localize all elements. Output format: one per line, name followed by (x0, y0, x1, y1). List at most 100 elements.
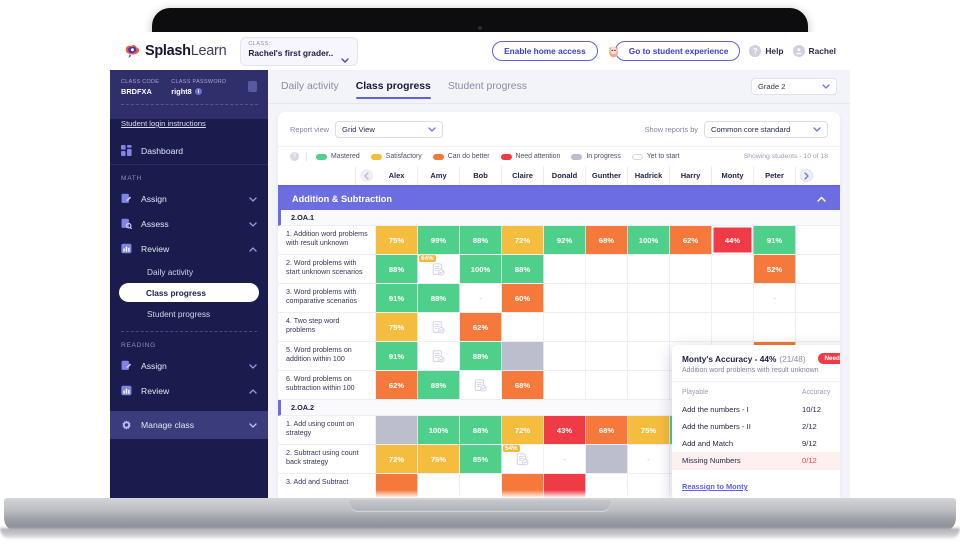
scroll-left-button[interactable] (356, 166, 376, 185)
progress-cell[interactable] (712, 284, 754, 312)
progress-cell[interactable] (670, 255, 712, 283)
progress-cell[interactable] (376, 416, 418, 444)
sidebar-item-manage-class[interactable]: Manage class (110, 411, 268, 439)
sidebar-item-dashboard[interactable]: Dashboard (110, 137, 268, 165)
progress-cell[interactable] (754, 313, 796, 341)
progress-cell[interactable]: 72% (376, 445, 418, 473)
progress-cell[interactable] (460, 371, 502, 399)
question-mark-icon[interactable]: ? (290, 152, 299, 161)
sidebar-item-math-review[interactable]: Review (110, 236, 268, 261)
student-name-cell[interactable]: Claire (502, 166, 544, 185)
progress-cell[interactable]: 92% (544, 226, 586, 254)
progress-cell[interactable] (712, 255, 754, 283)
progress-cell[interactable] (628, 342, 670, 370)
progress-cell[interactable]: 99% (418, 226, 460, 254)
progress-cell[interactable]: - (460, 284, 502, 312)
group-header-addition-subtraction[interactable]: Addition & Subtraction (278, 187, 840, 210)
tab-class-progress[interactable]: Class progress (355, 70, 431, 104)
report-view-select[interactable]: Grid View (335, 120, 444, 138)
student-login-instructions-link[interactable]: Student login instructions (110, 119, 268, 137)
progress-cell[interactable]: 85% (460, 445, 502, 473)
student-name-cell[interactable]: Harry (670, 166, 712, 185)
progress-cell[interactable] (544, 313, 586, 341)
progress-cell[interactable]: 75% (376, 313, 418, 341)
progress-cell[interactable] (544, 255, 586, 283)
student-name-cell[interactable]: Bob (460, 166, 502, 185)
progress-cell[interactable]: 91% (754, 226, 796, 254)
progress-cell[interactable]: 54% (502, 445, 544, 473)
progress-cell[interactable]: 88% (418, 284, 460, 312)
student-name-cell[interactable]: Gunther (586, 166, 628, 185)
progress-cell[interactable]: 72% (502, 226, 544, 254)
tab-daily-activity[interactable]: Daily activity (281, 70, 339, 104)
progress-cell[interactable] (418, 313, 460, 341)
progress-cell[interactable] (586, 284, 628, 312)
student-name-cell[interactable]: Monty (712, 166, 754, 185)
progress-cell[interactable] (544, 342, 586, 370)
progress-cell[interactable]: 88% (376, 255, 418, 283)
progress-cell[interactable]: 88% (502, 255, 544, 283)
progress-cell[interactable]: 62% (460, 313, 502, 341)
progress-cell[interactable]: 100% (418, 416, 460, 444)
grade-selector[interactable]: Grade 2 (751, 78, 837, 95)
sidebar-item-reading-review[interactable]: Review (110, 378, 268, 403)
class-selector[interactable]: CLASS: Rachel's first grader.. (240, 36, 359, 66)
progress-cell[interactable] (586, 255, 628, 283)
sidebar-item-math-assign[interactable]: Assign (110, 186, 268, 211)
go-to-student-experience-button[interactable]: Go to student experience (614, 41, 741, 61)
progress-cell[interactable]: 60% (502, 284, 544, 312)
progress-cell[interactable]: 88% (418, 371, 460, 399)
progress-cell[interactable] (628, 255, 670, 283)
progress-cell[interactable]: 43% (544, 416, 586, 444)
progress-cell[interactable] (628, 371, 670, 399)
progress-cell[interactable]: 68% (586, 416, 628, 444)
progress-cell[interactable] (502, 313, 544, 341)
copy-icon[interactable] (248, 81, 257, 92)
progress-cell[interactable]: 100% (628, 226, 670, 254)
tab-student-progress[interactable]: Student progress (448, 70, 527, 104)
user-menu[interactable]: Rachel (792, 45, 836, 57)
info-icon[interactable]: i (194, 88, 202, 95)
student-name-cell[interactable]: Amy (418, 166, 460, 185)
progress-cell[interactable] (712, 313, 754, 341)
progress-cell[interactable]: 91% (376, 342, 418, 370)
progress-cell[interactable] (544, 284, 586, 312)
progress-cell[interactable]: 62% (670, 226, 712, 254)
progress-cell[interactable]: 75% (376, 226, 418, 254)
progress-cell[interactable] (670, 284, 712, 312)
progress-cell[interactable] (586, 371, 628, 399)
progress-cell[interactable]: 44% (712, 226, 754, 254)
progress-cell[interactable]: 72% (502, 416, 544, 444)
sidebar-item-student-progress[interactable]: Student progress (110, 303, 268, 324)
progress-cell[interactable]: 68% (586, 226, 628, 254)
progress-cell[interactable]: 88% (460, 416, 502, 444)
progress-cell[interactable]: 64% (418, 255, 460, 283)
progress-cell[interactable] (670, 313, 712, 341)
sidebar-item-daily-activity[interactable]: Daily activity (110, 261, 268, 282)
student-name-cell[interactable]: Peter (754, 166, 796, 185)
sidebar-item-class-progress[interactable]: Class progress (119, 283, 259, 302)
show-reports-by-select[interactable]: Common core standard (704, 120, 828, 138)
progress-cell[interactable]: 100% (460, 255, 502, 283)
sidebar-item-reading-assign[interactable]: Assign (110, 353, 268, 378)
progress-cell[interactable] (586, 445, 628, 473)
splashlearn-logo[interactable]: SplashLearn (124, 43, 227, 59)
student-name-cell[interactable]: Donald (544, 166, 586, 185)
progress-cell[interactable] (418, 342, 460, 370)
enable-home-access-button[interactable]: Enable home access (492, 41, 598, 61)
scroll-right-button[interactable] (796, 166, 816, 185)
progress-cell[interactable] (544, 371, 586, 399)
help-button[interactable]: ? Help (749, 45, 784, 57)
student-name-cell[interactable]: Hadrick (628, 166, 670, 185)
progress-cell[interactable]: 62% (376, 371, 418, 399)
progress-cell[interactable] (502, 342, 544, 370)
progress-cell[interactable]: 75% (418, 445, 460, 473)
progress-cell[interactable]: 88% (460, 226, 502, 254)
progress-cell[interactable]: - (754, 284, 796, 312)
progress-cell[interactable]: 52% (754, 255, 796, 283)
progress-cell[interactable]: 91% (376, 284, 418, 312)
progress-cell[interactable] (586, 313, 628, 341)
progress-cell[interactable]: 68% (502, 371, 544, 399)
progress-cell[interactable] (628, 313, 670, 341)
progress-cell[interactable] (628, 284, 670, 312)
